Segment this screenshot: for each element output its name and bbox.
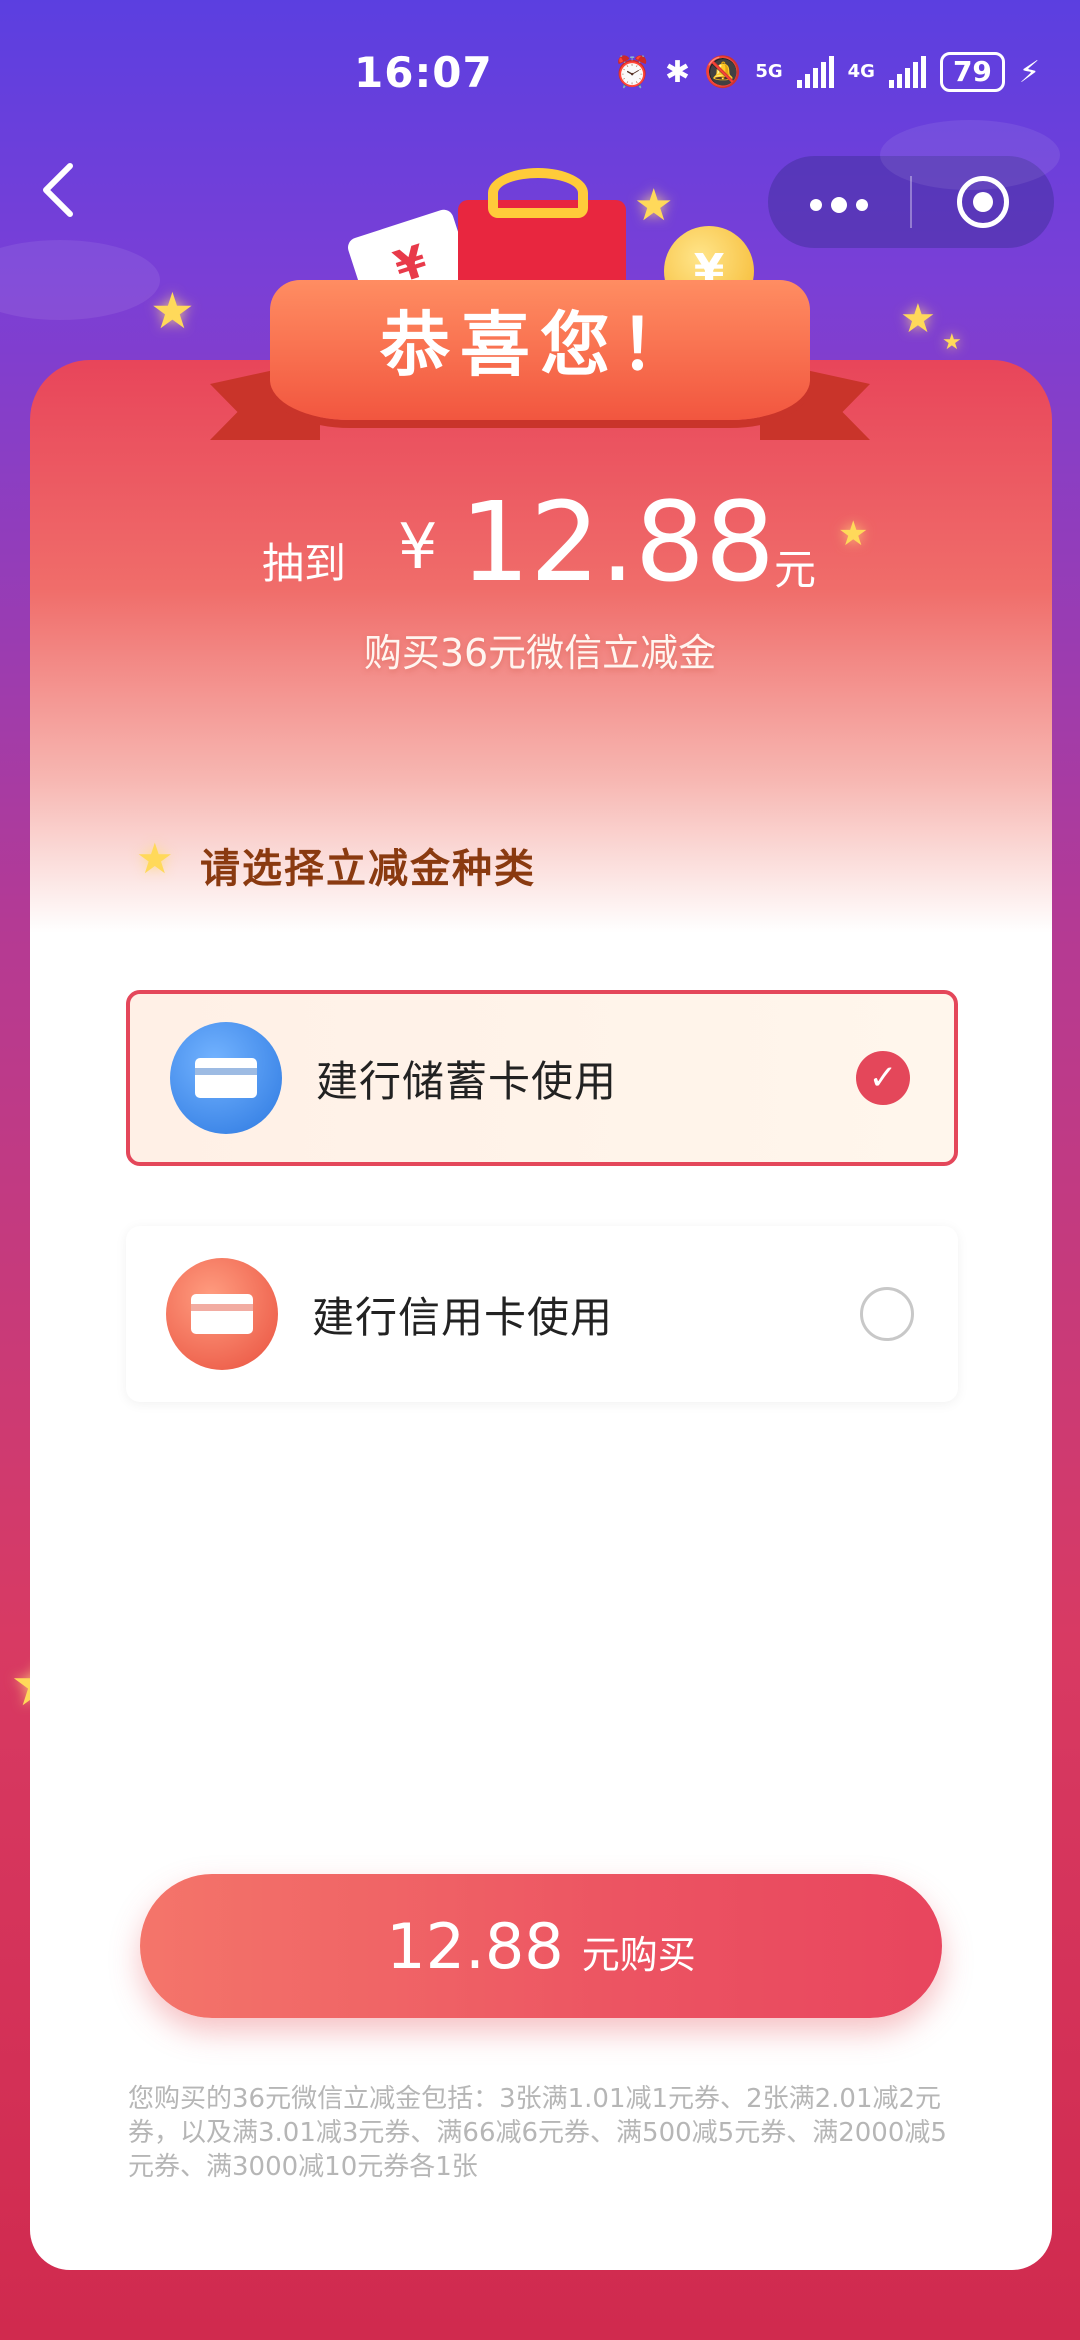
option-debit-card[interactable]: 建行储蓄卡使用 ✓	[126, 990, 958, 1166]
debit-card-icon	[170, 1022, 282, 1134]
check-selected-icon[interactable]: ✓	[856, 1051, 910, 1105]
prize-amount: 12.88	[460, 478, 775, 606]
option-label: 建行储蓄卡使用	[316, 1056, 618, 1106]
congrats-title: 恭喜您！	[270, 280, 810, 420]
option-label: 建行信用卡使用	[312, 1292, 614, 1342]
gift-bow-icon	[488, 168, 588, 218]
radio-unselected-icon[interactable]	[860, 1287, 914, 1341]
prize-unit: 元	[774, 545, 817, 594]
prize-prefix: 抽到	[262, 539, 347, 588]
footnote: 您购买的36元微信立减金包括：3张满1.01减1元券、2张满2.01减2元券，以…	[128, 2084, 947, 2182]
section-title: 请选择立减金种类	[200, 846, 536, 892]
prize-currency: ¥	[398, 510, 438, 583]
star-icon: ★	[136, 834, 174, 883]
option-credit-card[interactable]: 建行信用卡使用	[126, 1226, 958, 1402]
buy-label: 元购买	[581, 1932, 696, 1977]
congrats-banner: ¥ ¥ 恭喜您！	[0, 0, 1080, 480]
prize-description: 购买36元微信立减金	[363, 631, 717, 675]
credit-card-icon	[166, 1258, 278, 1370]
buy-button[interactable]: 12.88 元购买	[140, 1874, 942, 2018]
buy-amount: 12.88	[386, 1909, 564, 1983]
star-icon: ★	[838, 514, 869, 554]
